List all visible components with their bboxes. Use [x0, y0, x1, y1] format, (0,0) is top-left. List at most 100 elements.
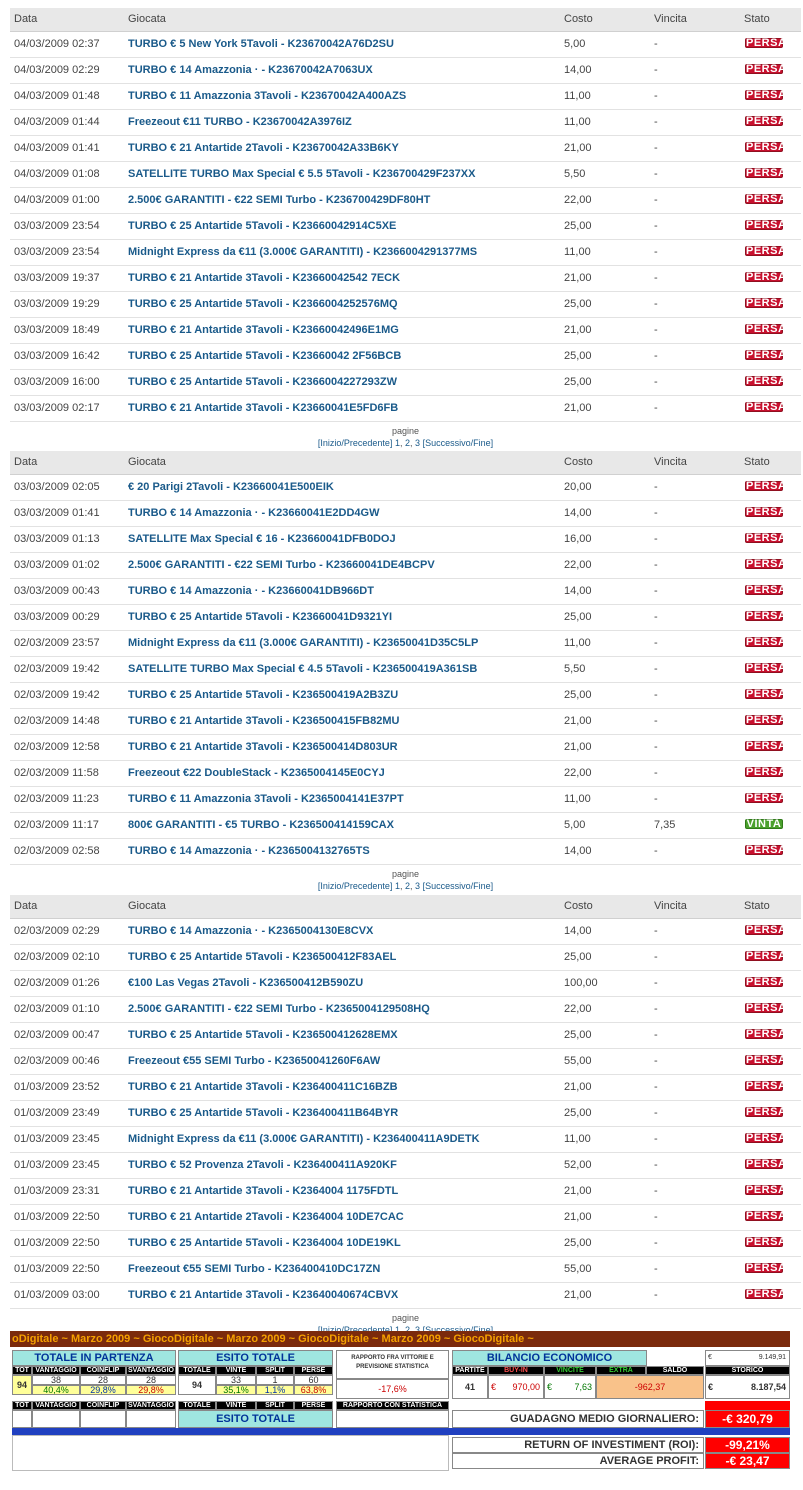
row-game-link[interactable]: € 20 Parigi 2Tavoli - K23660041E500EIK [128, 481, 334, 493]
row-game-link[interactable]: TURBO € 21 Antartide 3Tavoli - K23650041… [128, 715, 399, 727]
row-cost: 21,00 [564, 272, 592, 284]
row-game-link[interactable]: Freezeout €11 TURBO - K23670042A3976IZ [128, 116, 352, 128]
row-game-link[interactable]: TURBO € 25 Antartide 5Tavoli - K23660042… [128, 350, 401, 362]
row-game-link[interactable]: TURBO € 21 Antartide 3Tavoli - K23660041… [128, 402, 398, 414]
row-game-link[interactable]: 2.500€ GARANTITI - €22 SEMI Turbo - K236… [128, 1003, 430, 1015]
column-header-stato[interactable]: Stato [744, 456, 770, 468]
column-header-costo[interactable]: Costo [564, 456, 593, 468]
table-row: 02/03/2009 02:58 TURBO € 14 Amazzonia · -… [10, 839, 801, 865]
pagination-sep: , [410, 438, 413, 448]
column-header-giocata[interactable]: Giocata [128, 900, 166, 912]
row-game-link[interactable]: TURBO € 21 Antartide 2Tavoli - K2364004 … [128, 1211, 404, 1223]
row-win: - [654, 689, 658, 701]
row-game-link[interactable]: SATELLITE TURBO Max Special € 5.5 5Tavol… [128, 168, 475, 180]
row-win: - [654, 220, 658, 232]
row-game-link[interactable]: TURBO € 5 New York 5Tavoli - K23670042A7… [128, 38, 394, 50]
column-header-stato[interactable]: Stato [744, 13, 770, 25]
table-row: 02/03/2009 02:10 TURBO € 25 Antartide 5Ta… [10, 945, 801, 971]
pagination-prev-link[interactable]: [Inizio/Precedente] [318, 438, 393, 448]
table-row: 02/03/2009 19:42 TURBO € 25 Antartide 5Ta… [10, 683, 801, 709]
row-game-link[interactable]: TURBO € 21 Antartide 3Tavoli - K23640040… [128, 1289, 398, 1301]
row-game-link[interactable]: TURBO € 21 Antartide 3Tavoli - K2364004 … [128, 1185, 398, 1197]
pagination-page-3[interactable]: 3 [415, 438, 420, 448]
row-game-link[interactable]: Midnight Express da €11 (3.000€ GARANTIT… [128, 246, 477, 258]
row-date: 01/03/2009 23:31 [14, 1185, 100, 1197]
table-row: 04/03/2009 01:00 2.500€ GARANTITI - €22 S… [10, 188, 801, 214]
column-header-giocata[interactable]: Giocata [128, 456, 166, 468]
row-game-link[interactable]: Freezeout €55 SEMI Turbo - K23650041260F… [128, 1055, 380, 1067]
row-cost: 21,00 [564, 402, 592, 414]
row-game-link[interactable]: TURBO € 25 Antartide 5Tavoli - K23660042… [128, 376, 397, 388]
pagination-next-link[interactable]: [Successivo/Fine] [423, 438, 494, 448]
row-game-link[interactable]: TURBO € 25 Antartide 5Tavoli - K23660041… [128, 611, 392, 623]
column-header-vincita[interactable]: Vincita [654, 456, 687, 468]
row-game-link[interactable]: TURBO € 14 Amazzonia · - K2365004132765T… [128, 845, 370, 857]
column-header-stato[interactable]: Stato [744, 900, 770, 912]
row-game-link[interactable]: Freezeout €22 DoubleStack - K2365004145E… [128, 767, 385, 779]
row-cost: 14,00 [564, 64, 592, 76]
pagination-next-link[interactable]: [Successivo/Fine] [423, 881, 494, 891]
column-header-data[interactable]: Data [14, 900, 37, 912]
perse-value: 60 [294, 1375, 333, 1385]
row-game-link[interactable]: TURBO € 25 Antartide 5Tavoli - K23660042… [128, 298, 398, 310]
column-header-vincita[interactable]: Vincita [654, 900, 687, 912]
row-win: - [654, 272, 658, 284]
row-game-link[interactable]: TURBO € 11 Amazzonia 3Tavoli - K23670042… [128, 90, 406, 102]
h-vinte: VINTE [216, 1366, 256, 1375]
row-game-link[interactable]: TURBO € 25 Antartide 5Tavoli - K23660042… [128, 220, 396, 232]
column-header-data[interactable]: Data [14, 13, 37, 25]
row-game-link[interactable]: Midnight Express da €11 (3.000€ GARANTIT… [128, 1133, 480, 1145]
row-game-link[interactable]: TURBO € 25 Antartide 5Tavoli - K23650041… [128, 1029, 398, 1041]
row-game-link[interactable]: TURBO € 11 Amazzonia 3Tavoli - K23650041… [128, 793, 404, 805]
row-game-link[interactable]: SATELLITE TURBO Max Special € 4.5 5Tavol… [128, 663, 477, 675]
row-game-link[interactable]: TURBO € 25 Antartide 5Tavoli - K23650041… [128, 689, 398, 701]
row-game-link[interactable]: TURBO € 21 Antartide 3Tavoli - K23660042… [128, 324, 399, 336]
row-game-link[interactable]: Midnight Express da €11 (3.000€ GARANTIT… [128, 637, 478, 649]
summary-banner: oDigitale ~ Marzo 2009 ~ GiocoDigitale ~… [10, 1331, 790, 1347]
table-row: 03/03/2009 18:49 TURBO € 21 Antartide 3Ta… [10, 318, 801, 344]
row-cost: 25,00 [564, 689, 592, 701]
status-badge: PERSA [745, 1184, 787, 1196]
row-cost: 14,00 [564, 585, 592, 597]
row-game-link[interactable]: TURBO € 25 Antartide 5Tavoli - K2364004 … [128, 1237, 401, 1249]
svantaggio-value: 28 [126, 1375, 176, 1385]
pagination-prev-link[interactable]: [Inizio/Precedente] [318, 881, 393, 891]
row-game-link[interactable]: TURBO € 21 Antartide 3Tavoli - K23660042… [128, 272, 400, 284]
row-game-link[interactable]: TURBO € 21 Antartide 3Tavoli - K23650041… [128, 741, 398, 753]
guadagno-label: GUADAGNO MEDIO GIORNALIERO: [452, 1410, 704, 1428]
row-cost: 21,00 [564, 1081, 592, 1093]
column-header-costo[interactable]: Costo [564, 13, 593, 25]
row-game-link[interactable]: TURBO € 21 Antartide 2Tavoli - K23670042… [128, 142, 399, 154]
row-game-link[interactable]: TURBO € 14 Amazzonia · - K23660041DB966D… [128, 585, 374, 597]
row-game-link[interactable]: €100 Las Vegas 2Tavoli - K236500412B590Z… [128, 977, 363, 989]
column-header-costo[interactable]: Costo [564, 900, 593, 912]
row-game-link[interactable]: TURBO € 14 Amazzonia · - K2365004130E8CV… [128, 925, 373, 937]
row-game-link[interactable]: SATELLITE Max Special € 16 - K23660041DF… [128, 533, 396, 545]
row-game-link[interactable]: TURBO € 25 Antartide 5Tavoli - K23640041… [128, 1107, 398, 1119]
table-row: 02/03/2009 01:10 2.500€ GARANTITI - €22 S… [10, 997, 801, 1023]
row-game-link[interactable]: 2.500€ GARANTITI - €22 SEMI Turbo - K236… [128, 194, 430, 206]
empty-coinflip [80, 1410, 126, 1428]
h-storico: STORICO [705, 1366, 790, 1375]
row-game-link[interactable]: TURBO € 21 Antartide 3Tavoli - K23640041… [128, 1081, 398, 1093]
row-game-link[interactable]: TURBO € 52 Provenza 2Tavoli - K236400411… [128, 1159, 397, 1171]
row-game-link[interactable]: 800€ GARANTITI - €5 TURBO - K23650041415… [128, 819, 394, 831]
row-game-link[interactable]: Freezeout €55 SEMI Turbo - K236400410DC1… [128, 1263, 380, 1275]
pagination-sep: , [410, 881, 413, 891]
row-date: 04/03/2009 01:00 [14, 194, 100, 206]
row-game-link[interactable]: 2.500€ GARANTITI - €22 SEMI Turbo - K236… [128, 559, 435, 571]
row-game-link[interactable]: TURBO € 25 Antartide 5Tavoli - K23650041… [128, 951, 396, 963]
h2-vinte: VINTE [216, 1401, 256, 1410]
row-cost: 21,00 [564, 1289, 592, 1301]
partite-value: 41 [452, 1375, 488, 1399]
status-badge: PERSA [745, 924, 787, 936]
pagination-page-3[interactable]: 3 [415, 881, 420, 891]
column-header-vincita[interactable]: Vincita [654, 13, 687, 25]
status-badge: PERSA [745, 976, 787, 988]
column-header-data[interactable]: Data [14, 456, 37, 468]
row-game-link[interactable]: TURBO € 14 Amazzonia · - K23670042A7063U… [128, 64, 373, 76]
row-game-link[interactable]: TURBO € 14 Amazzonia · - K23660041E2DD4G… [128, 507, 379, 519]
column-header-giocata[interactable]: Giocata [128, 13, 166, 25]
coinflip-pct: 29,8% [80, 1385, 126, 1395]
table-row: 02/03/2009 19:42 SATELLITE TURBO Max Spec… [10, 657, 801, 683]
